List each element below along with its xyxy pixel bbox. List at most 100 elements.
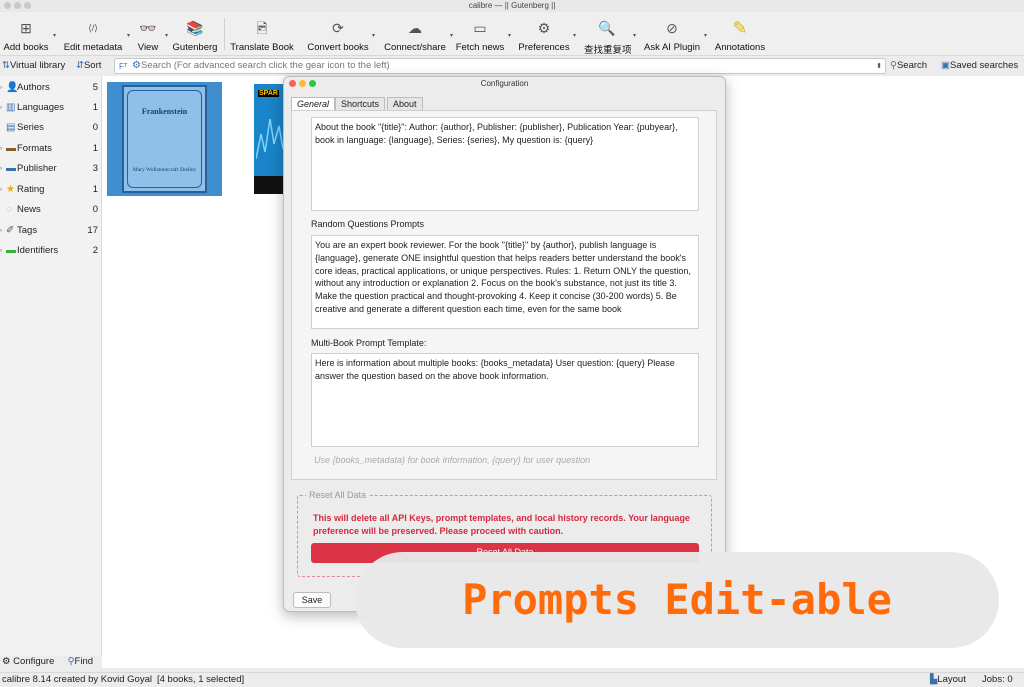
sort-icon: ⇵ [76, 60, 84, 71]
tab-shortcuts[interactable]: Shortcuts [335, 97, 386, 111]
sidebar-item-series[interactable]: ▤ Series 0 [0, 120, 100, 136]
gear-icon: ⚙ [2, 656, 11, 667]
saved-searches-icon: ▣ [941, 60, 950, 71]
languages-icon: ▥ [6, 102, 16, 113]
virtual-library-button[interactable]: ⇅Virtual library [2, 60, 65, 71]
find-duplicates-button[interactable]: 🔍 查找重复项 ▾ [584, 14, 636, 56]
layout-button[interactable]: ▙Layout [930, 673, 966, 687]
minimize-window-icon[interactable] [14, 2, 21, 9]
configure-button[interactable]: ⚙ Configure [2, 656, 54, 667]
main-toolbar: ⊞ Add books ▾ ⟨/⟩ Edit metadata ▾ 👓 View… [0, 12, 1024, 56]
status-book-count: [4 books, 1 selected] [157, 674, 245, 685]
search-input[interactable]: Fᵀ ⚙ Search (For advanced search click t… [114, 58, 886, 74]
library-books-icon: 📚 [186, 20, 204, 36]
sidebar-item-tags[interactable]: › ✐ Tags 17 [0, 223, 100, 239]
chevron-down-icon[interactable]: ▾ [508, 32, 511, 39]
sidebar-item-formats[interactable]: › ▬ Formats 1 [0, 141, 100, 157]
tag-icon: ✐ [6, 225, 15, 236]
save-button[interactable]: Save [293, 592, 331, 608]
tag-browser: › 👤 Authors 5 › ▥ Languages 1 ▤ Series 0… [0, 76, 108, 656]
library-gutenberg-button[interactable]: 📚 Gutenberg [172, 14, 218, 54]
status-version: calibre 8.14 created by Kovid Goyal [2, 674, 152, 685]
edit-metadata-icon: ⟨/⟩ [88, 23, 98, 33]
search-button[interactable]: ⚲Search [890, 60, 927, 71]
chevron-down-icon[interactable]: ▾ [573, 32, 576, 39]
translate-book-button[interactable]: 🖻 Translate Book [229, 14, 295, 54]
news-icon: ◌ [6, 204, 12, 215]
multi-book-prompt-editor[interactable]: Here is information about multiple books… [311, 353, 699, 447]
chevron-down-icon[interactable]: ▾ [450, 32, 453, 39]
sidebar-item-identifiers[interactable]: › ▬ Identifiers 2 [0, 243, 100, 259]
sort-button[interactable]: ⇵Sort [76, 60, 101, 71]
tab-about[interactable]: About [387, 97, 423, 111]
saved-searches-button[interactable]: ▣Saved searches [941, 60, 1018, 71]
add-books-icon: ⊞ [20, 20, 32, 36]
formats-icon: ▬ [6, 143, 16, 154]
convert-books-button[interactable]: ⟳ Convert books ▾ [307, 14, 375, 54]
sidebar-item-authors[interactable]: › 👤 Authors 5 [0, 80, 100, 96]
gear-icon[interactable]: ⚙ [132, 59, 141, 73]
chevron-right-icon[interactable]: › [0, 80, 2, 96]
chevron-down-icon[interactable]: ▾ [53, 32, 56, 39]
zoom-window-icon[interactable] [24, 2, 31, 9]
chevron-right-icon[interactable]: › [0, 100, 2, 116]
book-prompt-editor[interactable]: About the book "{title}": Author: {autho… [311, 117, 699, 211]
chevron-down-icon[interactable]: ▾ [633, 32, 636, 39]
highlighter-icon: ✎ [732, 18, 748, 38]
ai-plugin-icon: ⊘ [666, 20, 678, 36]
add-books-button[interactable]: ⊞ Add books ▾ [2, 14, 56, 54]
identifiers-icon: ▬ [6, 245, 16, 256]
chevron-right-icon[interactable]: › [0, 223, 2, 239]
search-icon: ⚲ [890, 60, 897, 71]
book-author: Mary Wollstonecraft Shelley [132, 167, 197, 173]
close-window-icon[interactable] [4, 2, 11, 9]
star-icon: ★ [6, 184, 15, 195]
sidebar-item-news[interactable]: ◌ News 0 [0, 202, 100, 218]
chevron-right-icon[interactable]: › [0, 141, 2, 157]
reset-warning-text: This will delete all API Keys, prompt te… [313, 513, 690, 536]
series-icon: ▤ [6, 122, 16, 133]
chevron-down-icon[interactable]: ▾ [704, 32, 707, 39]
sidebar-item-publisher[interactable]: › ▬ Publisher 3 [0, 161, 100, 177]
translate-icon: 🖻 [256, 20, 268, 36]
tab-general[interactable]: General [291, 97, 336, 111]
status-bar: calibre 8.14 created by Kovid Goyal [4 b… [0, 672, 1024, 687]
chevron-down-icon[interactable]: ▾ [372, 32, 375, 39]
find-button[interactable]: ⚲Find [68, 656, 93, 667]
ask-ai-plugin-button[interactable]: ⊘ Ask AI Plugin ▾ [643, 14, 707, 54]
chevron-right-icon[interactable]: › [0, 182, 2, 198]
chevron-down-icon[interactable]: ▾ [165, 32, 168, 39]
connect-share-button[interactable]: ☁ Connect/share ▾ [383, 14, 453, 54]
random-questions-label: Random Questions Prompts [311, 219, 425, 229]
sidebar-item-languages[interactable]: › ▥ Languages 1 [0, 100, 100, 116]
toolbar-divider [224, 18, 225, 50]
window-title-bar: calibre — || Gutenberg || [0, 0, 1024, 12]
random-questions-prompt-editor[interactable]: You are an expert book reviewer. For the… [311, 235, 699, 329]
book-cover-text: SPAR [258, 90, 279, 97]
multi-book-label: Multi-Book Prompt Template: [311, 338, 427, 348]
chevron-down-icon[interactable]: ⬍ [876, 60, 882, 74]
edit-metadata-button[interactable]: ⟨/⟩ Edit metadata ▾ [62, 14, 130, 54]
chevron-down-icon[interactable]: ▾ [127, 32, 130, 39]
cloud-icon: ☁ [408, 20, 422, 36]
book-cover-selected[interactable]: Frankenstein Mary Wollstonecraft Shelley [107, 82, 222, 196]
chevron-right-icon[interactable]: › [0, 161, 2, 177]
close-dialog-icon[interactable] [289, 80, 296, 87]
publisher-icon: ▬ [6, 163, 16, 174]
chevron-right-icon[interactable]: › [0, 243, 2, 259]
sidebar-item-rating[interactable]: › ★ Rating 1 [0, 182, 100, 198]
annotations-button[interactable]: ✎ Annotations [713, 14, 767, 54]
minimize-dialog-icon[interactable] [299, 80, 306, 87]
book-cover-art: Frankenstein Mary Wollstonecraft Shelley [122, 85, 207, 193]
preferences-button[interactable]: ⚙ Preferences ▾ [518, 14, 576, 54]
fetch-news-button[interactable]: ▭ Fetch news ▾ [455, 14, 511, 54]
book-title: Frankenstein [141, 107, 188, 116]
zoom-dialog-icon[interactable] [309, 80, 316, 87]
news-icon: ▭ [473, 20, 487, 36]
glasses-icon: 👓 [139, 20, 157, 36]
view-button[interactable]: 👓 View ▾ [134, 14, 168, 54]
search-row: ⇅Virtual library ⇵Sort Fᵀ ⚙ Search (For … [0, 57, 1024, 75]
full-text-search-icon[interactable]: Fᵀ [119, 60, 127, 74]
jobs-indicator[interactable]: Jobs: 0 [982, 673, 1013, 687]
multi-book-hint: Use {books_metadata} for book informatio… [314, 455, 591, 465]
